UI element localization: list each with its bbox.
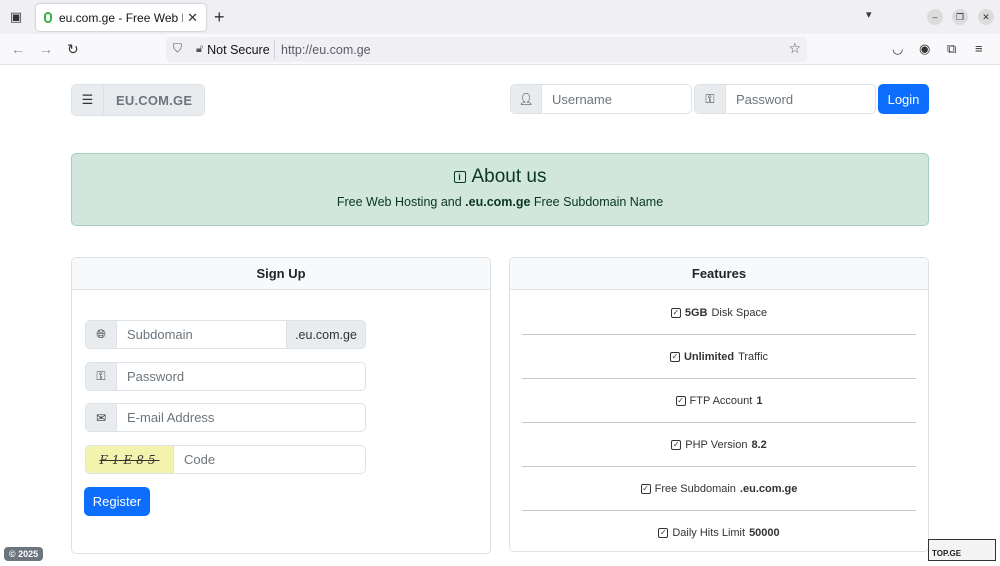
hamburger-icon[interactable]: ≡ — [975, 41, 983, 57]
url-divider — [274, 40, 275, 59]
security-indicator[interactable]: 🔓︎ Not Secure — [196, 37, 270, 62]
checkbox-icon: ✓ — [670, 307, 681, 318]
feature-value: 50000 — [749, 527, 780, 539]
plus-icon[interactable]: + — [214, 7, 225, 27]
feature-item: ✓ PHP Version 8.2 — [522, 423, 916, 467]
arrow-left-icon[interactable]: ← — [11, 40, 25, 58]
about-subtitle-domain: .eu.com.ge — [465, 195, 531, 209]
feature-text: PHP Version — [685, 438, 748, 451]
puzzle-icon[interactable]: ⧉ — [947, 41, 956, 57]
browser-nav-bar: ← → ↻ ⛉ 🔓︎ Not Secure http://eu.com.ge ☆… — [0, 34, 1000, 65]
signup-password-input[interactable]: Password — [117, 363, 365, 390]
globe-icon: 🌐︎ — [86, 321, 117, 348]
arrow-right-icon[interactable]: → — [39, 40, 53, 58]
feature-value: 1 — [756, 394, 763, 407]
lock-broken-icon: 🔓︎ — [196, 43, 204, 55]
account-icon[interactable]: ◉ — [919, 41, 930, 57]
feature-text: Daily Hits Limit — [672, 527, 746, 539]
reload-icon[interactable]: ↻ — [67, 40, 79, 58]
not-secure-label: Not Secure — [207, 42, 270, 57]
user-icon: 👤︎ — [511, 85, 542, 113]
feature-value: 8.2 — [751, 438, 767, 451]
tab-title: eu.com.ge - Free Web Hosting — [59, 10, 183, 25]
email-group: ✉ E-mail Address — [85, 403, 366, 432]
username-group: 👤︎ Username — [510, 84, 692, 114]
topge-counter[interactable]: TOP.GE — [928, 539, 996, 561]
checkbox-icon: ✓ — [671, 439, 682, 450]
star-icon[interactable]: ☆ — [788, 40, 801, 57]
subdomain-group: 🌐︎ Subdomain .eu.com.ge — [85, 320, 366, 349]
brand[interactable]: ☰ EU.COM.GE — [71, 84, 206, 116]
feature-text: Disk Space — [711, 306, 768, 319]
feature-value: .eu.com.ge — [739, 482, 798, 495]
envelope-icon: ✉ — [86, 404, 117, 431]
about-title-row: i About us — [72, 166, 928, 188]
feature-item: ✓ FTP Account 1 — [522, 379, 916, 423]
pocket-icon[interactable]: ◡ — [892, 41, 903, 57]
feature-item: ✓ 5GB Disk Space — [522, 291, 916, 335]
page-content: ☰ EU.COM.GE 👤︎ Username ⚿ Password Login… — [0, 65, 1000, 566]
restore-icon[interactable]: ❐ — [952, 9, 968, 25]
info-icon: i — [453, 171, 466, 183]
feature-text: FTP Account — [689, 394, 753, 407]
email-input[interactable]: E-mail Address — [117, 404, 365, 431]
about-subtitle: Free Web Hosting and .eu.com.ge Free Sub… — [72, 195, 928, 209]
close-icon[interactable]: ✕ — [187, 10, 198, 26]
feature-value: Unlimited — [683, 350, 735, 363]
chevron-down-icon[interactable]: ▾ — [866, 8, 872, 21]
key-icon: ⚿ — [695, 85, 726, 113]
captcha-group: F1E85 Code — [85, 445, 366, 474]
favicon-icon — [44, 12, 52, 23]
sliders-icon: ☰ — [72, 85, 104, 115]
checkbox-icon: ✓ — [675, 395, 686, 406]
about-subtitle-suffix: Free Subdomain Name — [530, 195, 664, 209]
feature-item: ✓ Free Subdomain .eu.com.ge — [522, 467, 916, 511]
topge-counter-label: TOP.GE — [932, 549, 962, 558]
feature-text: Traffic — [738, 350, 769, 363]
password-group: ⚿ Password — [694, 84, 876, 114]
shield-icon[interactable]: ⛉ — [173, 41, 185, 55]
login-button[interactable]: Login — [878, 84, 929, 114]
captcha-image: F1E85 — [86, 446, 174, 473]
signup-title: Sign Up — [72, 258, 490, 290]
about-alert: i About us Free Web Hosting and .eu.com.… — [71, 153, 929, 226]
copyright-badge: © 2025 — [4, 547, 44, 561]
signup-card: Sign Up 🌐︎ Subdomain .eu.com.ge ⚿ Passwo… — [71, 257, 491, 554]
about-subtitle-prefix: Free Web Hosting and — [336, 195, 466, 209]
url-bar[interactable]: ⛉ 🔓︎ Not Secure http://eu.com.ge ☆ — [166, 37, 807, 62]
feature-value: 5GB — [684, 306, 708, 319]
subdomain-input[interactable]: Subdomain — [117, 321, 286, 348]
url-text[interactable]: http://eu.com.ge — [281, 37, 371, 62]
about-title: About us — [471, 166, 547, 187]
login-password-input[interactable]: Password — [726, 85, 875, 113]
tab-list-icon[interactable]: ▣ — [6, 7, 26, 27]
close-window-icon[interactable]: ✕ — [978, 9, 994, 25]
checkbox-icon: ✓ — [640, 483, 651, 494]
register-button[interactable]: Register — [84, 487, 150, 516]
subdomain-suffix: .eu.com.ge — [286, 321, 365, 348]
minimize-icon[interactable]: – — [927, 9, 943, 25]
key-icon: ⚿ — [86, 363, 117, 390]
browser-tab-bar: ▣ eu.com.ge - Free Web Hosting ✕ + ▾ – ❐… — [0, 0, 1000, 34]
signup-password-group: ⚿ Password — [85, 362, 366, 391]
features-title: Features — [510, 258, 928, 290]
brand-name[interactable]: EU.COM.GE — [104, 85, 205, 115]
features-card: Features ✓ 5GB Disk Space ✓ Unlimited Traff… — [509, 257, 929, 552]
feature-text: Free Subdomain — [654, 482, 736, 495]
checkbox-icon: ✓ — [669, 351, 680, 362]
username-input[interactable]: Username — [542, 85, 691, 113]
feature-item: ✓ Unlimited Traffic — [522, 335, 916, 379]
feature-item: ✓ Daily Hits Limit 50000 — [522, 511, 916, 555]
captcha-code-input[interactable]: Code — [174, 446, 365, 473]
checkbox-icon: ✓ — [658, 528, 669, 538]
browser-tab[interactable]: eu.com.ge - Free Web Hosting ✕ — [36, 4, 206, 31]
